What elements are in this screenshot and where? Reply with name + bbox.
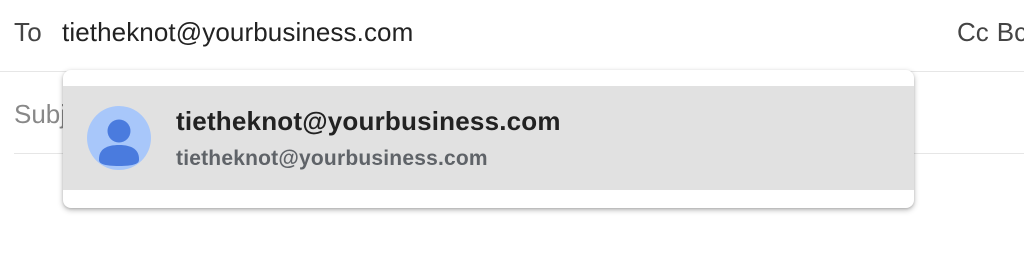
bcc-link[interactable]: Bcc — [997, 17, 1024, 47]
suggestion-item[interactable]: tietheknot@yourbusiness.com tietheknot@y… — [63, 86, 914, 190]
person-icon — [99, 119, 139, 166]
cc-bcc-links: Cc Bcc — [957, 17, 1024, 48]
cc-link[interactable]: Cc — [957, 17, 989, 47]
suggestion-email: tietheknot@yourbusiness.com — [176, 147, 488, 170]
recipient-suggestions-dropdown: tietheknot@yourbusiness.com tietheknot@y… — [63, 70, 914, 208]
to-label: To — [14, 17, 42, 47]
to-row: To tietheknot@yourbusiness.com Cc Bcc — [0, 0, 1024, 72]
avatar — [87, 106, 151, 170]
recipient-input[interactable]: tietheknot@yourbusiness.com — [62, 17, 413, 48]
compose-window: To tietheknot@yourbusiness.com Cc Bcc tie… — [0, 0, 1024, 267]
suggestion-name: tietheknot@yourbusiness.com — [176, 106, 561, 136]
